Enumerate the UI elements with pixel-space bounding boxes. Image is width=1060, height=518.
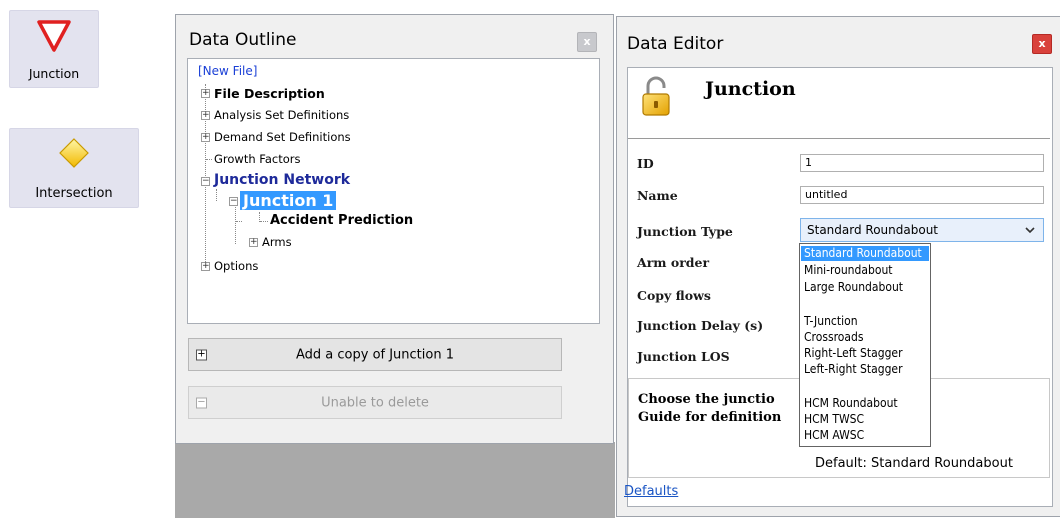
intersection-tool-label: Intersection [35, 186, 113, 201]
collapse-junction-network[interactable]: − [201, 177, 210, 186]
id-field[interactable]: 1 [800, 154, 1044, 172]
intersection-tool-button[interactable]: Intersection [9, 128, 139, 208]
editor-close-button[interactable]: x [1032, 34, 1052, 54]
tree-guide-line [235, 202, 236, 244]
tree-guide-line [236, 221, 242, 222]
tree-guide-line [260, 221, 268, 222]
tree-guide-line [216, 189, 217, 201]
default-value-text: Default: Standard Roundabout [815, 456, 1013, 471]
tree-item-growth-factors[interactable]: Growth Factors [214, 152, 300, 166]
workspace-background [175, 442, 615, 518]
help-text-line-1: Choose the junctio [638, 392, 775, 407]
expand-file-description[interactable]: + [201, 89, 210, 98]
junction-los-label: Junction LOS [637, 349, 730, 364]
dropdown-option[interactable]: HCM Roundabout [801, 396, 929, 411]
tree-item-arms[interactable]: Arms [262, 235, 292, 249]
name-label: Name [637, 188, 678, 203]
dropdown-option[interactable]: Mini-roundabout [801, 263, 929, 278]
junction-delay-label: Junction Delay (s) [637, 318, 764, 333]
tree-item-junction-1[interactable]: Junction 1 [240, 191, 337, 210]
expand-arms[interactable]: + [249, 238, 258, 247]
expand-demand-sets[interactable]: + [201, 133, 210, 142]
tree-item-analysis-sets[interactable]: Analysis Set Definitions [214, 108, 349, 122]
arm-order-label: Arm order [637, 255, 710, 270]
tree-item-options[interactable]: Options [214, 259, 258, 273]
dropdown-option[interactable]: T-Junction [801, 314, 929, 329]
delete-label: Unable to delete [321, 395, 429, 410]
junction-type-value: Standard Roundabout [807, 223, 938, 237]
tree-root[interactable]: [New File] [198, 64, 257, 78]
yield-triangle-icon [37, 20, 71, 52]
data-outline-title: Data Outline [189, 30, 297, 50]
junction-tool-button[interactable]: Junction [9, 10, 99, 88]
dropdown-option[interactable]: Standard Roundabout [801, 246, 929, 261]
yellow-diamond-icon [59, 138, 89, 168]
tree-item-demand-sets[interactable]: Demand Set Definitions [214, 130, 351, 144]
outline-close-button[interactable]: x [577, 32, 597, 52]
expand-options[interactable]: + [201, 262, 210, 271]
dropdown-option[interactable] [801, 380, 929, 395]
copy-flows-label: Copy flows [637, 288, 711, 303]
expand-analysis-sets[interactable]: + [201, 111, 210, 120]
tree-item-accident-prediction[interactable]: Accident Prediction [270, 213, 413, 228]
tree-item-file-description[interactable]: File Description [214, 86, 325, 101]
tree-guide-line [259, 212, 260, 222]
dropdown-option[interactable]: Right-Left Stagger [801, 346, 929, 361]
dropdown-option[interactable] [801, 297, 929, 312]
data-editor-title: Data Editor [627, 34, 724, 54]
junction-type-select[interactable]: Standard Roundabout [800, 218, 1044, 242]
collapse-junction-1[interactable]: − [229, 197, 238, 206]
id-label: ID [637, 156, 654, 171]
editor-heading: Junction [705, 78, 796, 100]
junction-type-dropdown[interactable]: Standard Roundabout Mini-roundabout Larg… [799, 243, 931, 447]
dropdown-option[interactable]: HCM AWSC [801, 428, 929, 443]
junction-type-label: Junction Type [637, 224, 733, 239]
name-field[interactable]: untitled [800, 186, 1044, 204]
add-copy-label: Add a copy of Junction 1 [295, 347, 454, 362]
defaults-link[interactable]: Defaults [624, 484, 678, 499]
help-text-line-2: Guide for definition [638, 410, 782, 425]
tree-item-junction-network[interactable]: Junction Network [214, 172, 350, 188]
delete-button: − Unable to delete [188, 386, 562, 419]
tree-guide-line [206, 159, 212, 160]
padlock-open-icon [642, 76, 670, 116]
add-copy-button[interactable]: + Add a copy of Junction 1 [188, 338, 562, 371]
dropdown-option[interactable]: Left-Right Stagger [801, 362, 929, 377]
dropdown-option[interactable]: HCM TWSC [801, 412, 929, 427]
chevron-down-icon [1025, 227, 1035, 234]
junction-tool-label: Junction [28, 66, 80, 81]
dropdown-option[interactable]: Large Roundabout [801, 280, 929, 295]
dropdown-option[interactable]: Crossroads [801, 330, 929, 345]
heading-divider [628, 138, 1050, 139]
